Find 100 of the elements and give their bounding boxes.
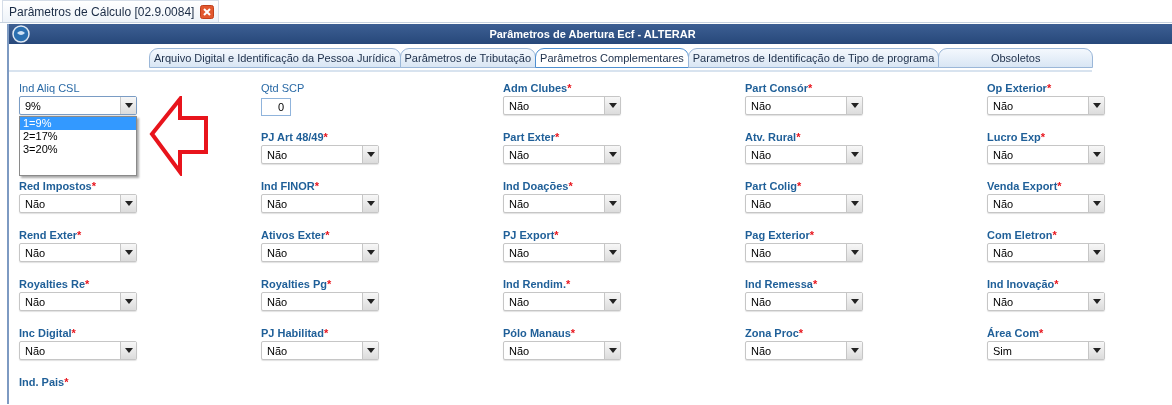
- caret-icon: [366, 152, 375, 157]
- dropdown[interactable]: Não: [261, 341, 379, 360]
- field-label: Inc Digital: [19, 326, 72, 339]
- caret-icon: [124, 201, 133, 206]
- caret-icon: [850, 152, 859, 157]
- field-label: Adm Clubes: [503, 81, 568, 94]
- required-mark: *: [798, 326, 804, 339]
- required-mark: *: [1038, 326, 1044, 339]
- dropdown[interactable]: Não: [19, 194, 137, 213]
- number-field[interactable]: 0: [261, 98, 291, 116]
- required-mark: *: [314, 179, 320, 192]
- dropdown[interactable]: Não: [745, 145, 863, 164]
- caret-icon: [124, 348, 133, 353]
- required-mark: *: [555, 130, 560, 143]
- caret-icon: [366, 250, 375, 255]
- dropdown-option[interactable]: 2=17%: [20, 130, 136, 143]
- dropdown[interactable]: Não: [987, 145, 1105, 164]
- caret-icon: [366, 299, 375, 304]
- dropdown[interactable]: Não: [261, 194, 379, 213]
- field-label: PJ Art 48/49: [261, 130, 324, 143]
- caret-icon: [850, 201, 859, 206]
- field-label: Lucro Exp: [987, 130, 1041, 143]
- dropdown[interactable]: Não: [745, 292, 863, 311]
- required-mark: *: [568, 179, 573, 192]
- tab[interactable]: Arquivo Digital e Identificação da Pessoa Jurídica: [149, 48, 401, 68]
- caret-icon: [1092, 152, 1101, 157]
- tab[interactable]: Parametros de Identificação de Tipo de programa: [687, 48, 940, 68]
- dropdown[interactable]: Não: [19, 341, 137, 360]
- caret-icon: [1092, 250, 1101, 255]
- required-mark: *: [1046, 81, 1052, 94]
- dropdown[interactable]: Não: [261, 292, 379, 311]
- caret-icon: [1092, 348, 1101, 353]
- dropdown[interactable]: Não: [19, 243, 137, 262]
- dropdown[interactable]: Não: [503, 96, 621, 115]
- globe-icon[interactable]: [12, 25, 30, 43]
- dropdown[interactable]: Não: [987, 96, 1105, 115]
- field-label: Qtd SCP: [261, 81, 305, 94]
- tab[interactable]: Parâmetros Complementares: [535, 48, 689, 68]
- field-label: Ind Inovação: [987, 277, 1055, 290]
- field-label: Part Consór: [745, 81, 808, 94]
- tab[interactable]: Obsoletos: [938, 48, 1093, 68]
- dropdown[interactable]: Não: [987, 194, 1105, 213]
- document-tab[interactable]: Parâmetros de Cálculo [02.9.0084]: [2, 0, 220, 22]
- caret-icon: [1092, 103, 1101, 108]
- dropdown[interactable]: Não: [745, 243, 863, 262]
- dropdown[interactable]: Não: [19, 292, 137, 311]
- required-mark: *: [323, 326, 329, 339]
- dropdown-option[interactable]: 3=20%: [20, 143, 136, 156]
- field-label: Com Eletron: [987, 228, 1053, 241]
- caret-icon: [850, 348, 859, 353]
- dropdown[interactable]: Não: [745, 341, 863, 360]
- dropdown[interactable]: Não: [503, 341, 621, 360]
- tab[interactable]: Parâmetros de Tributação: [399, 48, 537, 68]
- caret-icon: [608, 348, 617, 353]
- field-label: PJ Export: [503, 228, 555, 241]
- required-mark: *: [1054, 277, 1059, 290]
- required-mark: *: [567, 81, 572, 94]
- dropdown[interactable]: Não: [745, 96, 863, 115]
- dropdown[interactable]: 9%: [19, 96, 137, 115]
- dropdown[interactable]: Não: [503, 243, 621, 262]
- field-label: Royalties Re: [19, 277, 86, 290]
- dropdown[interactable]: Não: [987, 243, 1105, 262]
- dropdown[interactable]: Não: [261, 243, 379, 262]
- dropdown[interactable]: Não: [745, 194, 863, 213]
- caret-icon: [608, 299, 617, 304]
- caret-icon: [850, 250, 859, 255]
- field-label: Pólo Manaus: [503, 326, 571, 339]
- field-label: PJ Habilitad: [261, 326, 324, 339]
- field-label: Ind Aliq CSL: [19, 81, 80, 94]
- caret-icon: [1092, 201, 1101, 206]
- field-label: Part Exter: [503, 130, 555, 143]
- caret-icon: [366, 348, 375, 353]
- close-icon[interactable]: [200, 4, 215, 19]
- dropdown[interactable]: Não: [987, 292, 1105, 311]
- required-mark: *: [565, 277, 571, 290]
- required-mark: *: [1040, 130, 1046, 143]
- caret-icon: [608, 152, 617, 157]
- dropdown[interactable]: Não: [503, 145, 621, 164]
- required-mark: *: [812, 277, 818, 290]
- caret-icon: [366, 201, 375, 206]
- dropdown[interactable]: Sim: [987, 341, 1105, 360]
- caret-icon: [124, 299, 133, 304]
- required-mark: *: [91, 179, 96, 192]
- required-mark: *: [71, 326, 76, 339]
- required-mark: *: [325, 228, 330, 241]
- field-label: Pag Exterior: [745, 228, 810, 241]
- required-mark: *: [1052, 228, 1057, 241]
- caret-icon: [850, 299, 859, 304]
- dropdown[interactable]: Não: [261, 145, 379, 164]
- required-mark: *: [323, 130, 328, 143]
- caret-icon: [1092, 299, 1101, 304]
- caret-icon: [850, 103, 859, 108]
- dropdown[interactable]: Não: [503, 292, 621, 311]
- required-mark: *: [554, 228, 559, 241]
- dropdown[interactable]: Não: [503, 194, 621, 213]
- field-label: Zona Proc: [745, 326, 799, 339]
- required-mark: *: [796, 130, 801, 143]
- document-tab-title: Parâmetros de Cálculo [02.9.0084]: [9, 4, 195, 19]
- field-label: Atv. Rural: [745, 130, 797, 143]
- field-label: Área Com: [987, 326, 1039, 339]
